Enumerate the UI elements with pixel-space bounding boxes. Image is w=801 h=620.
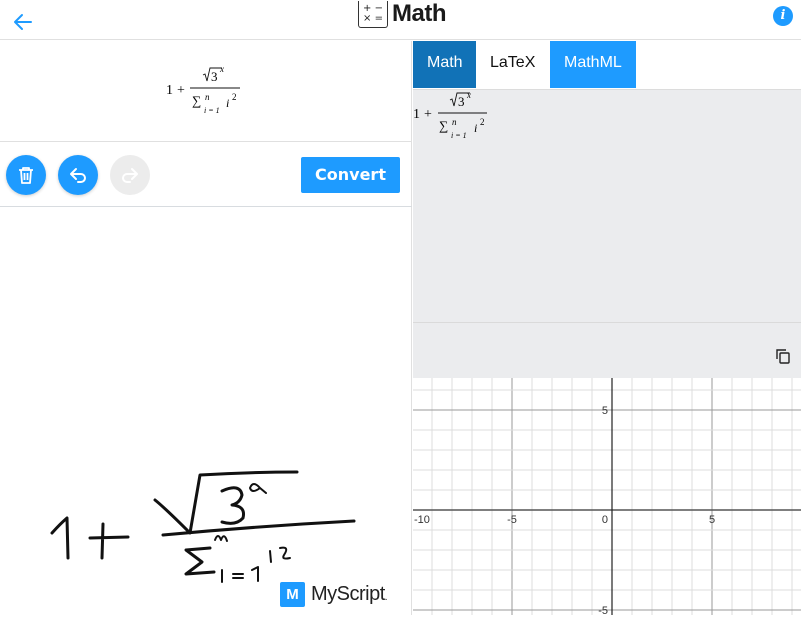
- y-tick-label: 5: [602, 405, 608, 417]
- info-icon: i: [780, 8, 786, 23]
- preview-term: i: [226, 96, 229, 110]
- result-divider: [413, 322, 801, 323]
- x-tick-label: 5: [709, 514, 715, 526]
- ink-plus: [88, 522, 130, 560]
- preview-one: 1: [166, 83, 173, 98]
- graph-canvas: -10-50515-5: [413, 378, 801, 617]
- clear-button[interactable]: [6, 155, 46, 195]
- ink-three: [220, 486, 245, 525]
- ink-n: [214, 535, 228, 542]
- copy-button[interactable]: [769, 342, 797, 370]
- myscript-logo-icon: M: [280, 582, 305, 607]
- result-exp: x: [466, 90, 471, 100]
- preview-base: 3: [211, 69, 218, 84]
- x-tick-label: -10: [414, 514, 430, 526]
- app-header: + − × = Math i: [0, 0, 801, 40]
- tab-latex[interactable]: LaTeX: [476, 41, 550, 88]
- info-button[interactable]: i: [773, 6, 793, 26]
- brand-name-text: MyScript: [311, 583, 385, 605]
- editor-pane: 1 + 3 x ∑ n i = 1 i 2 Convert M MyScript…: [0, 41, 412, 615]
- brand-name: MyScript.: [311, 583, 388, 606]
- handwriting-canvas[interactable]: [0, 208, 412, 615]
- result-tabs: Math LaTeX MathML: [413, 41, 636, 88]
- myscript-brand: M MyScript.: [280, 582, 388, 607]
- y-tick-label: -5: [598, 605, 608, 615]
- ink-sigma: [184, 546, 216, 576]
- copy-icon: [776, 349, 790, 364]
- icon-row-bottom: × =: [363, 12, 383, 24]
- page-title: Math: [392, 0, 447, 27]
- undo-icon: [70, 168, 86, 183]
- recognition-preview: 1 + 3 x ∑ n i = 1 i 2: [0, 41, 412, 142]
- result-output: 1 + 3 x ∑ n i = 1 i 2: [413, 89, 801, 378]
- result-plus: +: [424, 107, 432, 122]
- ink-strokes: [50, 470, 356, 583]
- function-graph[interactable]: -10-50515-5: [413, 378, 801, 617]
- convert-button[interactable]: Convert: [301, 157, 400, 193]
- result-formula: 1 + 3 x ∑ n i = 1 i 2: [413, 90, 487, 140]
- ink-one: [50, 516, 70, 560]
- tab-mathml[interactable]: MathML: [550, 41, 636, 88]
- ink-x: [249, 483, 267, 494]
- preview-formula: 1 + 3 x ∑ n i = 1 i 2: [166, 64, 240, 115]
- trash-icon: [19, 167, 33, 184]
- result-term-exp: 2: [480, 117, 485, 127]
- preview-plus: +: [177, 83, 185, 98]
- title-group: + − × = Math: [358, 0, 447, 28]
- preview-term-exp: 2: [232, 92, 237, 102]
- brand-dot: .: [384, 592, 388, 603]
- tab-math[interactable]: Math: [413, 41, 476, 88]
- result-base: 3: [458, 94, 465, 109]
- x-tick-label: -5: [507, 514, 517, 526]
- redo-button[interactable]: [110, 155, 150, 195]
- back-button[interactable]: [10, 6, 36, 32]
- editor-toolbar: Convert: [0, 142, 412, 207]
- ink-i-squared: [269, 546, 291, 563]
- calculator-icon: + − × =: [358, 0, 388, 28]
- result-term: i: [474, 121, 477, 135]
- result-lower: i = 1: [451, 131, 467, 140]
- arrow-left-icon: [14, 14, 32, 30]
- preview-exp: x: [219, 64, 224, 74]
- preview-upper: n: [205, 92, 210, 102]
- result-pane: Math LaTeX MathML 1 + 3 x ∑ n i = 1 i 2 …: [413, 41, 801, 617]
- result-sigma: ∑: [439, 118, 448, 133]
- icon-row-top: + −: [363, 2, 383, 14]
- result-upper: n: [452, 117, 457, 127]
- x-tick-label: 0: [602, 514, 608, 526]
- result-one: 1: [413, 107, 420, 122]
- redo-icon: [122, 168, 138, 183]
- undo-button[interactable]: [58, 155, 98, 195]
- ink-lower-limit: [221, 566, 259, 583]
- preview-sigma: ∑: [192, 93, 201, 108]
- preview-lower: i = 1: [204, 106, 220, 115]
